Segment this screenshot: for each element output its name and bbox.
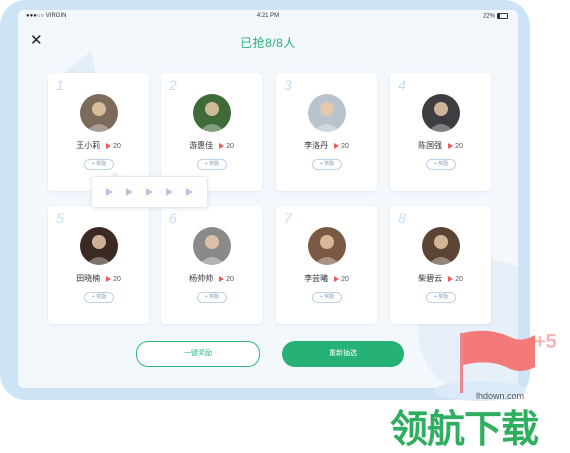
student-card: 7 李芸曦 20 + 奖励 (276, 206, 377, 324)
one-click-reward-button[interactable]: 一键奖励 (136, 341, 260, 367)
flag-count: 20 (455, 276, 463, 283)
student-name-row: 游惠佳 20 (161, 140, 262, 151)
avatar-photo-icon (308, 94, 346, 132)
reward-button[interactable]: + 奖励 (84, 292, 114, 303)
watermark: +5 lhdown.com 领航下载 (390, 325, 570, 451)
student-name: 李洛丹 (304, 141, 329, 150)
popup-flag-icon[interactable] (146, 188, 153, 196)
student-name-row: 陈国强 20 (390, 140, 491, 151)
card-number: 6 (169, 210, 177, 226)
redraw-button[interactable]: 重新抽选 (282, 341, 404, 367)
flag-icon (219, 275, 225, 282)
flag-icon (334, 142, 340, 149)
flag-count: 20 (226, 143, 234, 150)
flag-count: 20 (455, 143, 463, 150)
card-number: 7 (284, 210, 292, 226)
avatar-photo-icon (422, 227, 460, 265)
reward-button[interactable]: + 奖励 (197, 292, 227, 303)
student-name: 王小莉 (76, 141, 101, 150)
avatar-photo-icon (422, 94, 460, 132)
card-number: 1 (56, 77, 64, 93)
popup-flag-icon[interactable] (106, 188, 113, 196)
avatar-photo-icon (80, 94, 118, 132)
student-name-row: 柴碧云 20 (390, 273, 491, 284)
avatar (422, 227, 460, 265)
status-time: 4:21 PM (256, 13, 280, 19)
avatar-photo-icon (80, 227, 118, 265)
student-name: 杨帅帅 (189, 274, 214, 283)
student-name-row: 李洛丹 20 (276, 140, 377, 151)
card-number: 2 (169, 77, 177, 93)
student-card: 3 李洛丹 20 + 奖励 (276, 73, 377, 191)
avatar-photo-icon (193, 227, 231, 265)
flag-count: 20 (226, 276, 234, 283)
card-number: 5 (56, 210, 64, 226)
flag-icon (448, 275, 454, 282)
student-name: 游惠佳 (189, 141, 214, 150)
student-name-row: 田晓楠 20 (48, 273, 149, 284)
student-name-row: 王小莉 20 (48, 140, 149, 151)
flag-count: 20 (341, 143, 349, 150)
card-number: 8 (398, 210, 406, 226)
watermark-plus: +5 (534, 331, 557, 353)
student-name: 李芸曦 (304, 274, 329, 283)
student-card: 8 柴碧云 20 + 奖励 (390, 206, 491, 324)
popup-flag-icon[interactable] (126, 188, 133, 196)
avatar (193, 94, 231, 132)
reward-button[interactable]: + 奖励 (312, 292, 342, 303)
page-title: 已抢8/8人 (240, 36, 296, 50)
reward-button[interactable]: + 奖励 (84, 159, 114, 170)
battery-status: 22% (483, 13, 508, 20)
student-card: 5 田晓楠 20 + 奖励 (48, 206, 149, 324)
popup-flag-icon[interactable] (186, 188, 193, 196)
watermark-brand: 领航下载 (390, 409, 539, 451)
student-name-row: 李芸曦 20 (276, 273, 377, 284)
flag-popup (91, 172, 208, 208)
flag-icon (106, 275, 112, 282)
student-name-row: 杨帅帅 20 (161, 273, 262, 284)
flag-icon (219, 142, 225, 149)
student-card: 1 王小莉 20 + 奖励 (48, 73, 149, 191)
card-number: 4 (398, 77, 406, 93)
flag-icon (106, 142, 112, 149)
avatar (193, 227, 231, 265)
flag-count: 20 (113, 143, 121, 150)
avatar (308, 94, 346, 132)
battery-icon (497, 13, 508, 19)
student-card: 4 陈国强 20 + 奖励 (390, 73, 491, 191)
avatar-photo-icon (193, 94, 231, 132)
avatar (80, 94, 118, 132)
avatar-photo-icon (308, 227, 346, 265)
status-bar: ●●●○○ VIRGIN 4:21 PM 22% (18, 10, 518, 24)
popup-flag-icon[interactable] (166, 188, 173, 196)
flag-count: 20 (341, 276, 349, 283)
student-name: 陈国强 (418, 141, 443, 150)
student-name: 田晓楠 (76, 274, 101, 283)
flag-icon (334, 275, 340, 282)
avatar (80, 227, 118, 265)
flag-count: 20 (113, 276, 121, 283)
reward-button[interactable]: + 奖励 (426, 292, 456, 303)
reward-button[interactable]: + 奖励 (197, 159, 227, 170)
student-name: 柴碧云 (418, 274, 443, 283)
card-number: 3 (284, 77, 292, 93)
avatar (422, 94, 460, 132)
student-card: 6 杨帅帅 20 + 奖励 (161, 206, 262, 324)
avatar (308, 227, 346, 265)
student-card: 2 游惠佳 20 + 奖励 (161, 73, 262, 191)
reward-button[interactable]: + 奖励 (426, 159, 456, 170)
flag-icon (448, 142, 454, 149)
reward-button[interactable]: + 奖励 (312, 159, 342, 170)
